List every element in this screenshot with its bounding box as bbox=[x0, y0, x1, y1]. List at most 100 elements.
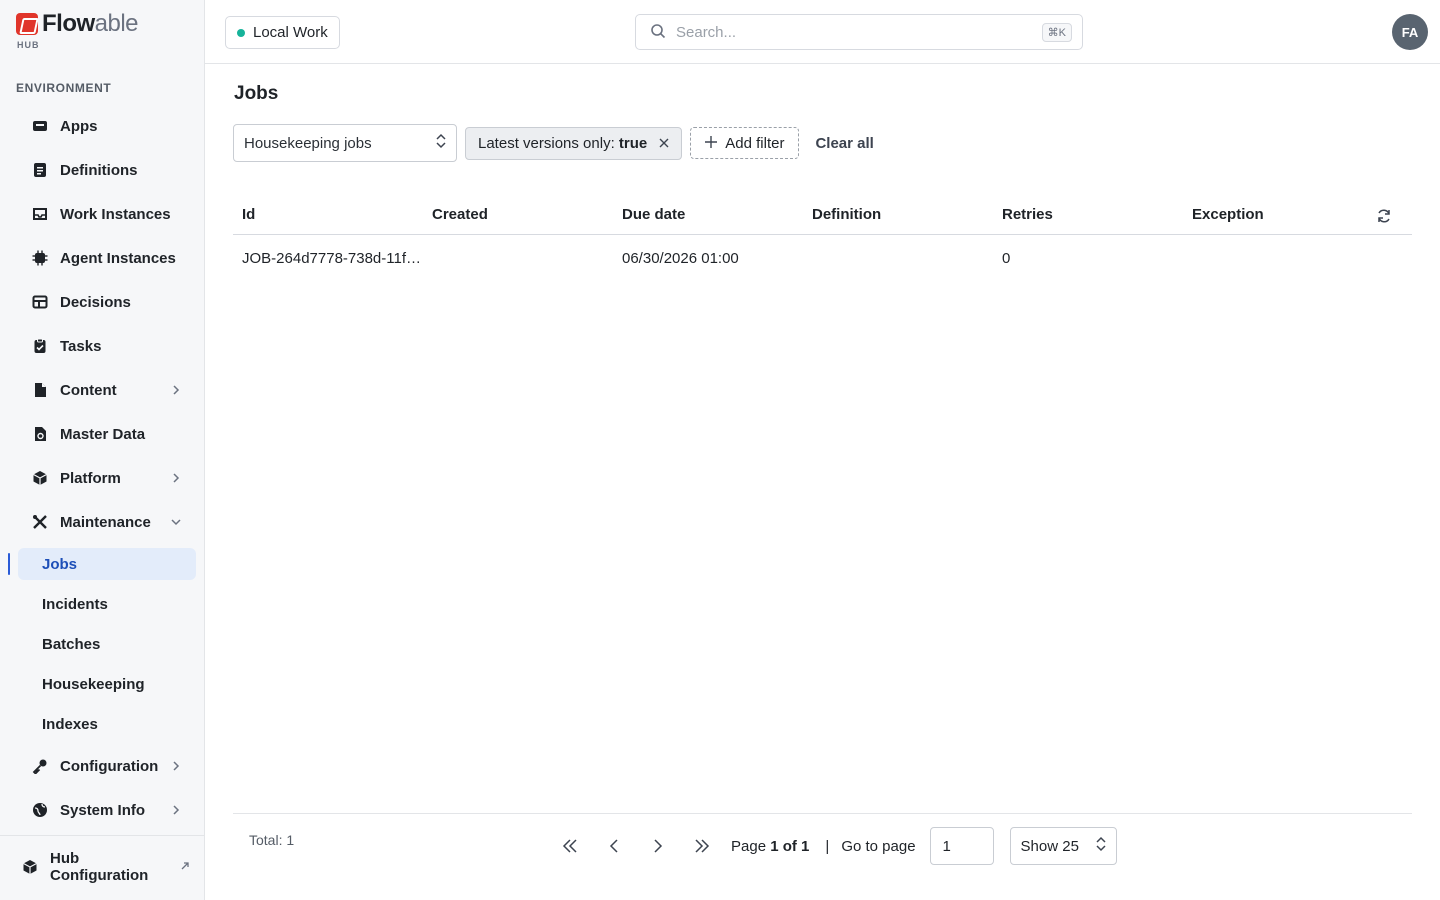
cell-retries: 0 bbox=[1002, 249, 1011, 267]
table-footer: Total: 1 Page 1 of 1 | Go to page Show 2… bbox=[233, 813, 1412, 900]
sidebar-item-label: Platform bbox=[60, 469, 121, 487]
clipboard-icon bbox=[32, 338, 48, 354]
jobs-table: Id Created Due date Definition Retries E… bbox=[233, 195, 1412, 281]
sidebar-item-maintenance[interactable]: Maintenance bbox=[18, 506, 196, 538]
sidebar-item-work-instances[interactable]: Work Instances bbox=[18, 198, 196, 230]
search-icon bbox=[650, 23, 666, 42]
sidebar-item-system-info[interactable]: System Info bbox=[18, 794, 196, 826]
remove-filter-icon[interactable] bbox=[657, 136, 671, 150]
page-size-select[interactable]: Show 25 bbox=[1009, 827, 1117, 865]
chip-icon bbox=[32, 250, 48, 266]
sidebar-item-label: Configuration bbox=[60, 757, 159, 775]
flowable-logo-icon bbox=[16, 13, 38, 35]
sidebar-item-content[interactable]: Content bbox=[18, 374, 196, 406]
column-header-id[interactable]: Id bbox=[233, 206, 423, 223]
cube-icon bbox=[32, 470, 48, 486]
filter-chip-label: Latest versions only: bbox=[478, 134, 615, 152]
table-row[interactable]: JOB-264d7778-738d-11f… 06/30/2026 01:00 … bbox=[233, 235, 1412, 281]
filter-chip-text: Latest versions only: true bbox=[478, 135, 647, 152]
sidebar-item-agent-instances[interactable]: Agent Instances bbox=[18, 242, 196, 274]
sidebar-item-label: Master Data bbox=[60, 425, 146, 443]
last-page-icon[interactable] bbox=[687, 831, 717, 861]
sidebar-subitem-housekeeping[interactable]: Housekeeping bbox=[18, 668, 196, 700]
chevron-right-icon bbox=[168, 802, 184, 818]
sidebar-item-platform[interactable]: Platform bbox=[18, 462, 196, 494]
filter-chip-value: true bbox=[618, 134, 648, 152]
sidebar-item-tasks[interactable]: Tasks bbox=[18, 330, 196, 362]
sidebar-item-label: Maintenance bbox=[60, 513, 151, 531]
sidebar-item-decisions[interactable]: Decisions bbox=[18, 286, 196, 318]
previous-page-icon[interactable] bbox=[599, 831, 629, 861]
plus-icon bbox=[705, 135, 718, 151]
logo-subtitle: HUB bbox=[17, 40, 40, 50]
total-count: Total: 1 bbox=[249, 832, 295, 848]
refresh-icon[interactable] bbox=[1376, 208, 1392, 224]
page-size-value: Show 25 bbox=[1020, 837, 1079, 855]
tools-icon bbox=[32, 514, 48, 530]
sidebar-item-definitions[interactable]: Definitions bbox=[18, 154, 196, 186]
column-header-due-date[interactable]: Due date bbox=[613, 206, 803, 223]
inbox-icon bbox=[32, 206, 48, 222]
column-header-exception[interactable]: Exception bbox=[1183, 206, 1373, 223]
go-to-page-label: Go to page bbox=[841, 837, 916, 855]
filter-bar: Housekeeping jobs Latest versions only: … bbox=[233, 124, 874, 162]
select-updown-icon bbox=[436, 133, 446, 153]
column-header-retries[interactable]: Retries bbox=[993, 206, 1183, 223]
topbar: Local Work ⌘K FA bbox=[205, 0, 1440, 64]
sidebar-subitem-indexes[interactable]: Indexes bbox=[18, 708, 196, 740]
sidebar-item-label: System Info bbox=[60, 801, 146, 819]
pager-separator: | bbox=[825, 837, 830, 855]
definitions-icon bbox=[32, 162, 48, 178]
hub-configuration-label: Hub Configuration bbox=[50, 850, 149, 884]
logo-wordmark: Flowable bbox=[42, 10, 139, 38]
file-icon bbox=[32, 382, 48, 398]
sidebar-item-label: Decisions bbox=[60, 293, 131, 311]
brand-logo[interactable]: Flowable HUB bbox=[16, 10, 139, 50]
sidebar-item-master-data[interactable]: Master Data bbox=[18, 418, 196, 450]
column-header-definition[interactable]: Definition bbox=[803, 206, 993, 223]
active-indicator bbox=[8, 553, 10, 575]
sidebar-item-label: Tasks bbox=[60, 337, 102, 355]
first-page-icon[interactable] bbox=[555, 831, 585, 861]
sidebar-subitem-jobs[interactable]: Jobs bbox=[18, 548, 196, 580]
add-filter-button[interactable]: Add filter bbox=[690, 127, 800, 159]
cell-id[interactable]: JOB-264d7778-738d-11f… bbox=[233, 250, 423, 267]
user-avatar[interactable]: FA bbox=[1392, 14, 1428, 50]
search-input[interactable] bbox=[676, 23, 1042, 41]
chevron-down-icon bbox=[168, 514, 184, 530]
master-data-icon bbox=[32, 426, 48, 442]
cube-icon bbox=[22, 859, 38, 875]
clear-all-button[interactable]: Clear all bbox=[815, 135, 873, 152]
section-label-environment: ENVIRONMENT bbox=[16, 81, 112, 95]
column-header-created[interactable]: Created bbox=[423, 206, 613, 223]
cell-due-date: 06/30/2026 01:00 bbox=[622, 249, 739, 267]
logo-text-light: able bbox=[94, 10, 139, 37]
page-prefix: Page bbox=[731, 837, 767, 855]
page-title: Jobs bbox=[234, 83, 279, 104]
sidebar-subitem-batches[interactable]: Batches bbox=[18, 628, 196, 660]
sidebar-item-apps[interactable]: Apps bbox=[18, 110, 196, 142]
sidebar-item-label: Definitions bbox=[60, 161, 138, 179]
sidebar-subitem-incidents[interactable]: Incidents bbox=[18, 588, 196, 620]
filter-chip-latest-versions[interactable]: Latest versions only: true bbox=[465, 126, 683, 160]
next-page-icon[interactable] bbox=[643, 831, 673, 861]
page-indicator: Page 1 of 1 bbox=[731, 838, 809, 855]
environment-status-dot bbox=[237, 28, 245, 37]
key-icon bbox=[32, 758, 48, 774]
main-content: Local Work ⌘K FA Jobs Housekeeping jobs … bbox=[205, 0, 1440, 900]
search-box[interactable]: ⌘K bbox=[635, 14, 1083, 50]
job-type-select[interactable]: Housekeeping jobs bbox=[233, 124, 457, 162]
hub-configuration-link[interactable]: Hub Configuration bbox=[8, 850, 196, 884]
app-root: Flowable HUB ENVIRONMENT Apps Definition… bbox=[0, 0, 1440, 900]
go-to-page-input[interactable] bbox=[929, 827, 994, 865]
environment-selector[interactable]: Local Work bbox=[225, 16, 340, 49]
select-updown-icon bbox=[1096, 836, 1106, 856]
sidebar-item-label: Agent Instances bbox=[60, 249, 176, 267]
search-shortcut-badge: ⌘K bbox=[1041, 22, 1072, 42]
sidebar-item-configuration[interactable]: Configuration bbox=[18, 750, 196, 782]
sidebar: Flowable HUB ENVIRONMENT Apps Definition… bbox=[0, 0, 205, 900]
table-icon bbox=[32, 294, 48, 310]
logo-row: Flowable bbox=[16, 10, 139, 38]
table-header: Id Created Due date Definition Retries E… bbox=[233, 195, 1412, 235]
chevron-right-icon bbox=[168, 382, 184, 398]
